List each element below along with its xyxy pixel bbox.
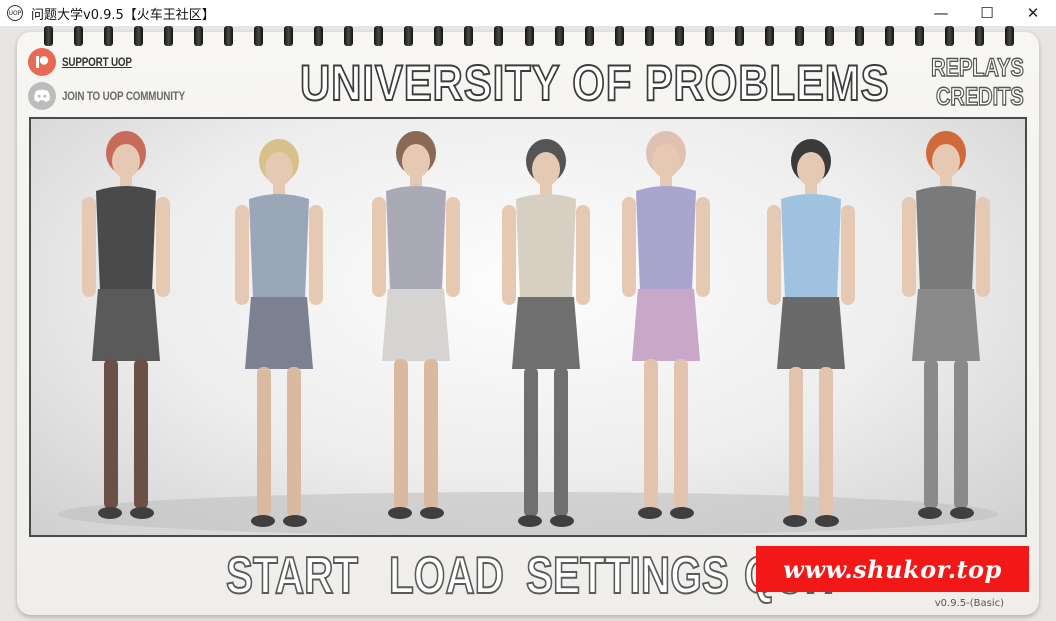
spiral-ring bbox=[164, 26, 174, 46]
credits-button[interactable]: CREDITS bbox=[936, 82, 1025, 112]
spiral-binding bbox=[44, 26, 1014, 48]
character-figure bbox=[902, 131, 990, 519]
window-controls: — ☐ ✕ bbox=[918, 0, 1056, 26]
character-lineup-image bbox=[29, 117, 1027, 537]
spiral-ring bbox=[644, 26, 654, 46]
spiral-ring bbox=[284, 26, 294, 46]
spiral-ring bbox=[614, 26, 624, 46]
spiral-ring bbox=[854, 26, 864, 46]
support-link-label: SUPPORT UOP bbox=[62, 55, 132, 69]
load-button[interactable]: LOAD bbox=[388, 546, 504, 606]
character-lineup-art bbox=[58, 131, 998, 535]
spiral-ring bbox=[704, 26, 714, 46]
spiral-ring bbox=[344, 26, 354, 46]
replays-button[interactable]: REPLAYS bbox=[931, 53, 1025, 83]
spiral-ring bbox=[554, 26, 564, 46]
start-button[interactable]: START bbox=[225, 546, 359, 606]
game-title: UNIVERSITY OF PROBLEMS bbox=[299, 54, 890, 112]
discord-icon bbox=[28, 82, 56, 110]
character-figure bbox=[372, 131, 460, 519]
version-label: v0.9.5-(Basic) bbox=[934, 598, 1004, 609]
app-icon: UOP bbox=[7, 5, 23, 21]
close-button[interactable]: ✕ bbox=[1010, 0, 1056, 26]
maximize-button[interactable]: ☐ bbox=[964, 0, 1010, 26]
spiral-ring bbox=[74, 26, 84, 46]
spiral-ring bbox=[434, 26, 444, 46]
patreon-icon bbox=[28, 48, 56, 76]
character-figure bbox=[502, 139, 590, 527]
spiral-ring bbox=[314, 26, 324, 46]
watermark-banner: www.shukor.top bbox=[756, 546, 1029, 592]
character-figure bbox=[622, 131, 710, 519]
minimize-button[interactable]: — bbox=[918, 0, 964, 26]
character-figure bbox=[235, 139, 323, 527]
spiral-ring bbox=[404, 26, 414, 46]
spiral-ring bbox=[794, 26, 804, 46]
spiral-ring bbox=[974, 26, 984, 46]
spiral-ring bbox=[224, 26, 234, 46]
spiral-ring bbox=[254, 26, 264, 46]
spiral-ring bbox=[44, 26, 53, 46]
spiral-ring bbox=[764, 26, 774, 46]
spiral-ring bbox=[464, 26, 474, 46]
community-link-label: JOIN TO UOP COMMUNITY bbox=[62, 89, 186, 103]
spiral-ring bbox=[584, 26, 594, 46]
spiral-ring bbox=[494, 26, 504, 46]
game-screen: SUPPORT UOP JOIN TO UOP COMMUNITY UNIVER… bbox=[0, 26, 1056, 621]
spiral-ring bbox=[734, 26, 744, 46]
character-figure bbox=[82, 131, 170, 519]
window-titlebar: UOP 问题大学v0.9.5【火车王社区】 — ☐ ✕ bbox=[0, 0, 1056, 26]
spiral-ring bbox=[1005, 26, 1014, 46]
spiral-ring bbox=[134, 26, 144, 46]
spiral-ring bbox=[884, 26, 894, 46]
spiral-ring bbox=[374, 26, 384, 46]
spiral-ring bbox=[824, 26, 834, 46]
spiral-ring bbox=[674, 26, 684, 46]
settings-button[interactable]: SETTINGS bbox=[525, 546, 729, 606]
spiral-ring bbox=[194, 26, 204, 46]
support-link[interactable]: SUPPORT UOP bbox=[28, 48, 147, 76]
community-link[interactable]: JOIN TO UOP COMMUNITY bbox=[28, 82, 212, 110]
spiral-ring bbox=[914, 26, 924, 46]
spiral-ring bbox=[524, 26, 534, 46]
spiral-ring bbox=[944, 26, 954, 46]
character-figure bbox=[767, 139, 855, 527]
window-title: 问题大学v0.9.5【火车王社区】 bbox=[31, 7, 215, 23]
spiral-ring bbox=[104, 26, 114, 46]
